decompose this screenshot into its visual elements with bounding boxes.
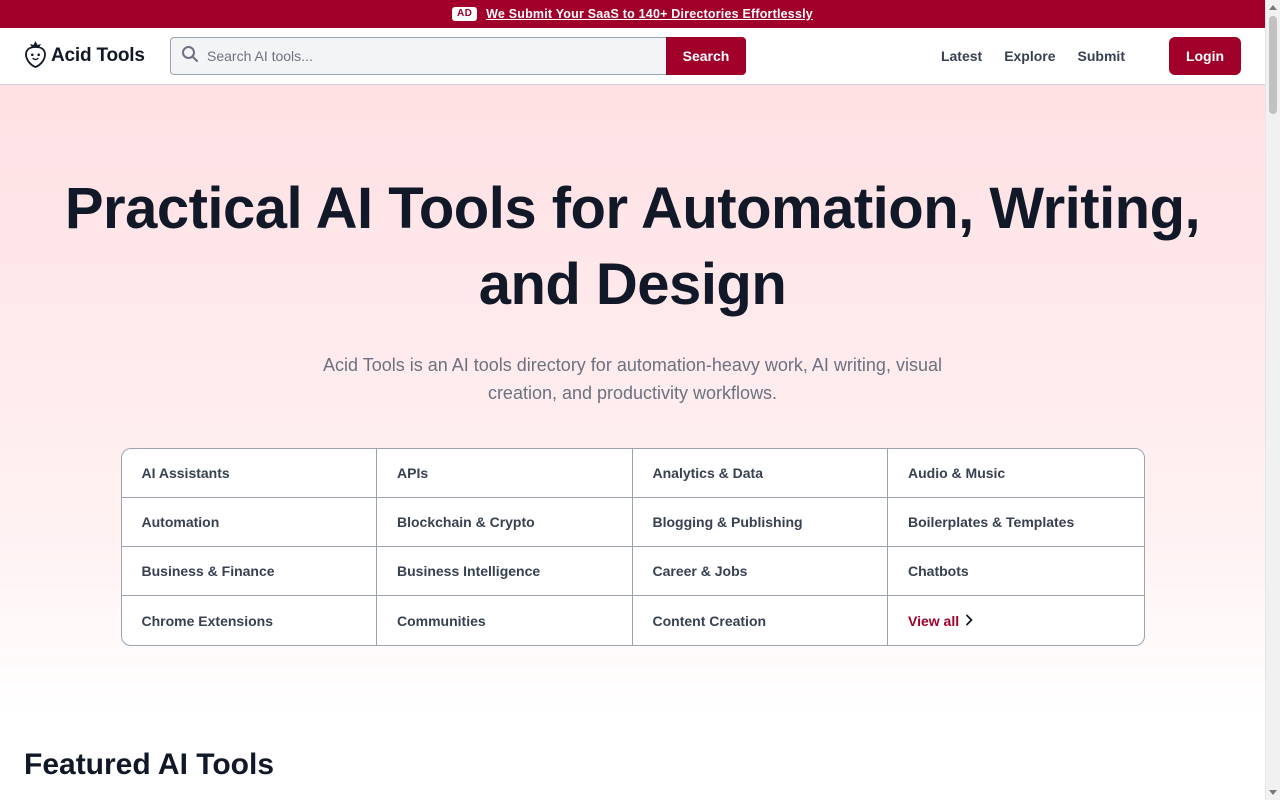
category-career-jobs[interactable]: Career & Jobs bbox=[632, 547, 888, 596]
ad-badge: AD bbox=[452, 7, 478, 21]
hero-title: Practical AI Tools for Automation, Writi… bbox=[64, 176, 1201, 317]
main-nav: Latest Explore Submit Login bbox=[919, 37, 1241, 75]
logo-text: Acid Tools bbox=[51, 45, 145, 66]
scroll-thumb[interactable] bbox=[1269, 16, 1277, 114]
logo[interactable]: Acid Tools bbox=[24, 40, 170, 73]
category-chatbots[interactable]: Chatbots bbox=[888, 547, 1144, 596]
nav-latest[interactable]: Latest bbox=[941, 48, 982, 64]
category-automation[interactable]: Automation bbox=[121, 498, 377, 547]
search-field[interactable] bbox=[170, 37, 666, 75]
hero-subtitle: Acid Tools is an AI tools directory for … bbox=[323, 355, 942, 403]
scroll-up-arrow-icon[interactable] bbox=[1269, 5, 1277, 10]
category-blogging-publishing[interactable]: Blogging & Publishing bbox=[632, 498, 888, 547]
category-blockchain-crypto[interactable]: Blockchain & Crypto bbox=[377, 498, 633, 547]
category-boilerplates-templates[interactable]: Boilerplates & Templates bbox=[888, 498, 1144, 547]
category-chrome-extensions[interactable]: Chrome Extensions bbox=[122, 596, 377, 645]
login-button[interactable]: Login bbox=[1169, 37, 1241, 75]
nav-explore[interactable]: Explore bbox=[1004, 48, 1055, 64]
featured-heading: Featured AI Tools bbox=[24, 748, 275, 781]
search-icon bbox=[181, 45, 199, 68]
search-button[interactable]: Search bbox=[666, 37, 746, 75]
site-header: Acid Tools Search Latest Explore Submit … bbox=[0, 28, 1265, 85]
category-ai-assistants[interactable]: AI Assistants bbox=[121, 449, 377, 498]
category-apis[interactable]: APIs bbox=[377, 449, 633, 498]
ad-link[interactable]: We Submit Your SaaS to 140+ Directories … bbox=[486, 7, 813, 21]
strawberry-icon bbox=[24, 40, 47, 73]
ad-banner: AD We Submit Your SaaS to 140+ Directori… bbox=[0, 0, 1265, 28]
scroll-down-arrow-icon[interactable] bbox=[1269, 790, 1277, 795]
category-grid: AI Assistants APIs Analytics & Data Audi… bbox=[120, 448, 1145, 646]
category-business-finance[interactable]: Business & Finance bbox=[121, 547, 377, 596]
view-all-link[interactable]: View all bbox=[888, 596, 1144, 645]
search-bar: Search bbox=[170, 37, 746, 75]
view-all-label: View all bbox=[908, 612, 960, 629]
page-scrollbar[interactable] bbox=[1265, 0, 1280, 800]
category-business-intelligence[interactable]: Business Intelligence bbox=[377, 547, 633, 596]
hero-section: Practical AI Tools for Automation, Writi… bbox=[0, 85, 1265, 715]
category-audio-music[interactable]: Audio & Music bbox=[888, 449, 1144, 498]
search-input[interactable] bbox=[207, 48, 647, 64]
category-communities[interactable]: Communities bbox=[377, 596, 633, 645]
chevron-right-icon bbox=[965, 613, 973, 629]
nav-submit[interactable]: Submit bbox=[1078, 48, 1125, 64]
category-analytics-data[interactable]: Analytics & Data bbox=[632, 449, 888, 498]
category-content-creation[interactable]: Content Creation bbox=[633, 596, 888, 645]
